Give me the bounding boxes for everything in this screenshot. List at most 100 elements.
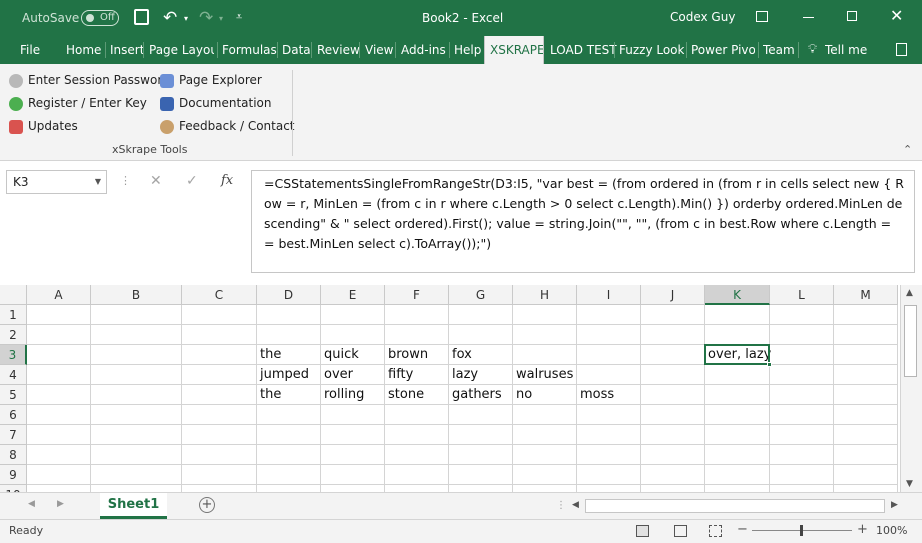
cell-h4[interactable]: walruses: [513, 365, 573, 385]
minimize-icon[interactable]: [803, 17, 814, 18]
column-header-a[interactable]: A: [27, 285, 91, 305]
tab-file[interactable]: File: [20, 36, 40, 64]
tab-page-layout[interactable]: Page Layout: [149, 36, 214, 64]
customize-toolbar-icon[interactable]: ⩡: [236, 10, 242, 24]
tab-fuzzy-lookup[interactable]: Fuzzy Lookup: [619, 36, 684, 64]
column-header-g[interactable]: G: [449, 285, 513, 305]
column-header-e[interactable]: E: [321, 285, 385, 305]
tab-team[interactable]: Team: [763, 36, 795, 64]
cell-g3[interactable]: fox: [449, 345, 472, 365]
row-header-7[interactable]: 7: [0, 425, 27, 445]
updates-button[interactable]: Updates: [9, 117, 78, 135]
tab-review[interactable]: Review: [317, 36, 360, 64]
cell-e5[interactable]: rolling: [321, 385, 364, 405]
insert-function-icon[interactable]: fx: [221, 173, 233, 188]
ribbon-display-options-icon[interactable]: [756, 11, 768, 22]
undo-icon[interactable]: ↶: [163, 8, 177, 28]
scroll-left-icon[interactable]: ◀: [572, 500, 579, 510]
column-header-c[interactable]: C: [182, 285, 257, 305]
add-sheet-icon[interactable]: +: [199, 497, 215, 513]
undo-dropdown-icon[interactable]: ▾: [184, 14, 188, 23]
tab-xskrape[interactable]: XSKRAPE: [484, 36, 544, 64]
tab-add-ins[interactable]: Add-ins: [401, 36, 446, 64]
column-header-k[interactable]: K: [705, 285, 770, 305]
row-header-1[interactable]: 1: [0, 305, 27, 325]
normal-view-icon[interactable]: [636, 525, 649, 537]
collapse-ribbon-icon[interactable]: ⌃: [903, 143, 912, 156]
maximize-icon[interactable]: [847, 11, 857, 21]
cell-d5[interactable]: the: [257, 385, 281, 405]
sheet-tab-sheet1[interactable]: Sheet1: [100, 493, 167, 519]
feedback-contact-button[interactable]: Feedback / Contact: [160, 117, 295, 135]
user-name[interactable]: Codex Guy: [670, 10, 735, 24]
page-layout-view-icon[interactable]: [674, 525, 687, 537]
column-header-m[interactable]: M: [834, 285, 898, 305]
zoom-level[interactable]: 100%: [876, 524, 907, 537]
scroll-down-icon[interactable]: ▼: [906, 479, 913, 489]
cell-e3[interactable]: quick: [321, 345, 359, 365]
prev-sheet-icon[interactable]: ◀: [28, 499, 35, 509]
cell-g5[interactable]: gathers: [449, 385, 502, 405]
split-icon[interactable]: ⋮: [556, 500, 566, 511]
redo-dropdown-icon[interactable]: ▾: [219, 14, 223, 23]
row-header-2[interactable]: 2: [0, 325, 27, 345]
share-icon[interactable]: [896, 43, 907, 56]
tab-data[interactable]: Data: [282, 36, 311, 64]
cell-d4[interactable]: jumped: [257, 365, 309, 385]
column-header-h[interactable]: H: [513, 285, 577, 305]
redo-icon[interactable]: ↷: [199, 8, 213, 28]
enter-session-password-button[interactable]: Enter Session Password: [9, 71, 170, 89]
cell-e4[interactable]: over: [321, 365, 353, 385]
column-header-i[interactable]: I: [577, 285, 641, 305]
cell-i5[interactable]: moss: [577, 385, 614, 405]
cell-h5[interactable]: no: [513, 385, 532, 405]
scroll-up-icon[interactable]: ▲: [906, 288, 913, 298]
column-header-b[interactable]: B: [91, 285, 182, 305]
column-header-d[interactable]: D: [257, 285, 321, 305]
row-header-5[interactable]: 5: [0, 385, 27, 405]
row-header-8[interactable]: 8: [0, 445, 27, 465]
formula-input[interactable]: =CSStatementsSingleFromRangeStr(D3:I5, "…: [251, 170, 915, 273]
vertical-scroll-thumb[interactable]: [904, 305, 917, 377]
select-all-corner[interactable]: [0, 285, 27, 305]
close-icon[interactable]: ✕: [890, 6, 903, 25]
row-header-6[interactable]: 6: [0, 405, 27, 425]
tab-load-test[interactable]: LOAD TEST: [550, 36, 617, 64]
column-header-l[interactable]: L: [770, 285, 834, 305]
column-header-f[interactable]: F: [385, 285, 449, 305]
tab-home[interactable]: Home: [66, 36, 101, 64]
cell-d3[interactable]: the: [257, 345, 281, 365]
tab-help[interactable]: Help: [454, 36, 481, 64]
cell-f3[interactable]: brown: [385, 345, 428, 365]
cell-g4[interactable]: lazy: [449, 365, 478, 385]
tab-power-pivot[interactable]: Power Pivot: [691, 36, 755, 64]
zoom-in-icon[interactable]: +: [857, 522, 868, 537]
enter-icon[interactable]: ✓: [186, 173, 198, 189]
zoom-out-icon[interactable]: −: [737, 522, 748, 537]
next-sheet-icon[interactable]: ▶: [57, 499, 64, 509]
register-enter-key-button[interactable]: Register / Enter Key: [9, 94, 147, 112]
tell-me-search[interactable]: Tell me: [825, 36, 867, 64]
scroll-right-icon[interactable]: ▶: [891, 500, 898, 510]
tab-formulas[interactable]: Formulas: [222, 36, 277, 64]
autosave-toggle[interactable]: Off: [81, 10, 119, 26]
cell-f4[interactable]: fifty: [385, 365, 413, 385]
page-break-view-icon[interactable]: [709, 525, 722, 537]
documentation-button[interactable]: Documentation: [160, 94, 272, 112]
page-explorer-button[interactable]: Page Explorer: [160, 71, 262, 89]
cancel-icon[interactable]: ✕: [150, 173, 162, 189]
row-header-9[interactable]: 9: [0, 465, 27, 485]
row-header-4[interactable]: 4: [0, 365, 27, 385]
tab-insert[interactable]: Insert: [110, 36, 144, 64]
cell-f5[interactable]: stone: [385, 385, 424, 405]
fill-handle[interactable]: [767, 362, 772, 367]
save-icon[interactable]: [134, 9, 149, 25]
name-box[interactable]: K3 ▼: [6, 170, 107, 194]
autosave-label: AutoSave: [22, 11, 80, 25]
tab-view[interactable]: View: [365, 36, 393, 64]
zoom-slider-thumb[interactable]: [800, 525, 803, 536]
chevron-down-icon[interactable]: ▼: [95, 171, 101, 193]
row-header-3[interactable]: 3: [0, 345, 27, 365]
column-header-j[interactable]: J: [641, 285, 705, 305]
horizontal-scrollbar[interactable]: [585, 499, 885, 513]
